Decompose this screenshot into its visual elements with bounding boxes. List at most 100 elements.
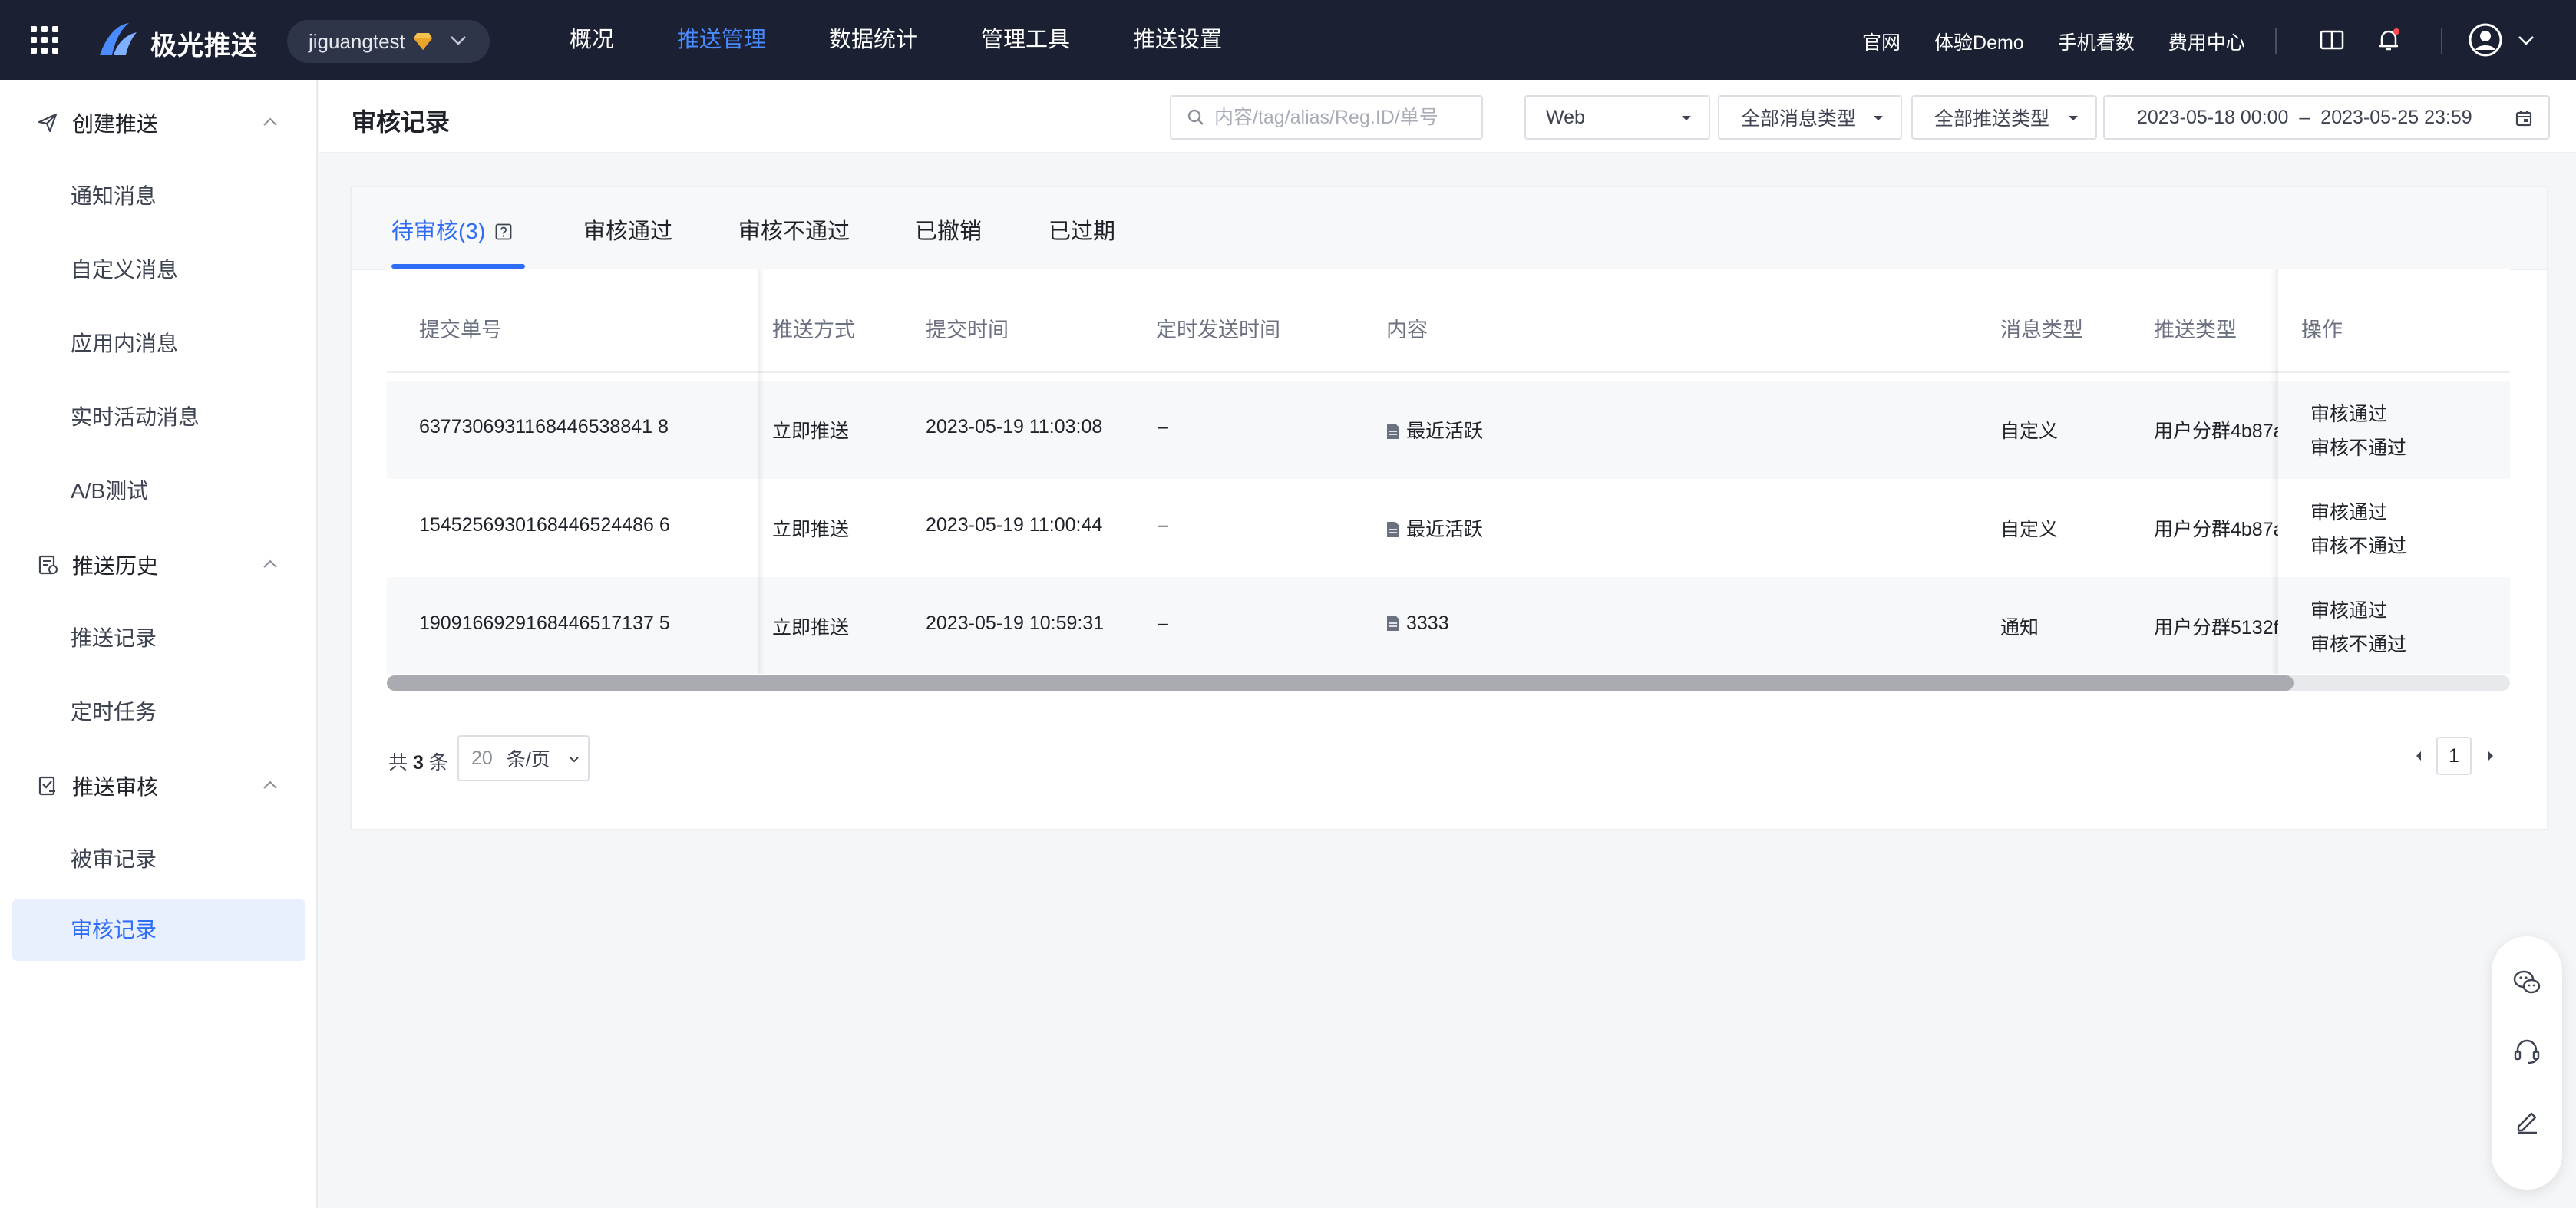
sidebar-item-push-records[interactable]: 推送记录 [12,608,305,669]
status-tabs: 待审核(3) 审核通过 审核不通过 已撤销 已过期 [352,187,2547,270]
nav-statistics[interactable]: 数据统计 [829,0,918,80]
column-header-push-type: 推送类型 [2154,319,2237,342]
cell-msg-type: 自定义 [2000,519,2059,540]
sidebar-item-custom-message[interactable]: 自定义消息 [12,239,305,301]
sidebar-item-scheduled-tasks[interactable]: 定时任务 [12,682,305,743]
operation-column: 操作 审核通过 审核不通过 审核通过 审核不通过 审核通过 审核不通过 [2271,269,2510,674]
cell-msg-type: 通知 [2000,617,2039,639]
document-icon [1387,424,1399,439]
link-billing[interactable]: 费用中心 [2168,0,2245,80]
cell-msg-type: 自定义 [2000,421,2059,442]
link-official-site[interactable]: 官网 [1862,0,1901,80]
audit-table: 提交单号 推送方式 提交时间 定时发送时间 内容 消息类型 推送类型 63773… [387,269,2510,674]
platform-value: Web [1546,106,1585,128]
sidebar-item-live-activity[interactable]: 实时活动消息 [12,387,305,448]
sidebar-group-create-push[interactable]: 创建推送 [0,86,318,160]
user-avatar-icon[interactable] [2469,23,2502,57]
message-type-select[interactable]: 全部消息类型 [1718,95,1902,140]
approve-link[interactable]: 审核通过 [2310,596,2387,623]
tab-label: 待审核(3) [391,219,486,244]
document-icon [1387,522,1399,537]
tab-revoked[interactable]: 已撤销 [915,213,982,246]
date-start[interactable]: 2023-05-18 00:00 [2137,107,2288,129]
page-number-current[interactable]: 1 [2436,737,2472,775]
table-row: 6377306931168446538841 8 立即推送 2023-05-19… [387,381,2510,479]
push-type-select[interactable]: 全部推送类型 [1911,95,2097,140]
chevron-down-icon[interactable] [2518,35,2535,46]
tab-expired[interactable]: 已过期 [1049,213,1115,246]
tab-rejected[interactable]: 审核不通过 [738,213,850,246]
edit-feedback-icon[interactable] [2512,1105,2542,1136]
customer-service-icon[interactable] [2512,1036,2542,1067]
sidebar-group-label: 推送审核 [72,775,159,799]
link-mobile-data[interactable]: 手机看数 [2058,0,2135,80]
apps-grid-icon[interactable] [31,26,58,54]
caret-down-icon [1874,116,1883,120]
nav-push-settings[interactable]: 推送设置 [1133,0,1222,80]
cell-push-type: 用户分群4b87a [2154,421,2284,442]
prev-page-icon[interactable] [2413,749,2424,763]
link-demo[interactable]: 体验Demo [1934,0,2024,80]
diamond-icon [413,33,432,50]
search-box[interactable] [1170,95,1483,140]
platform-select[interactable]: Web [1524,95,1710,140]
cell-scheduled: – [1158,416,1168,437]
reject-link[interactable]: 审核不通过 [2310,531,2406,559]
caret-down-icon [1682,116,1691,120]
nav-management-tools[interactable]: 管理工具 [981,0,1070,80]
tab-approved[interactable]: 审核通过 [583,213,672,246]
horizontal-scrollbar[interactable] [387,675,2510,691]
sidebar-group-label: 创建推送 [72,112,159,136]
content-text: 最近活跃 [1406,519,1484,540]
message-type-value: 全部消息类型 [1741,108,1857,130]
reject-link[interactable]: 审核不通过 [2310,433,2406,460]
content-text: 3333 [1406,612,1449,634]
content-text: 最近活跃 [1406,421,1484,442]
sidebar-item-audited-records[interactable]: 被审记录 [12,829,305,890]
date-range-picker[interactable]: 2023-05-18 00:00 – 2023-05-25 23:59 [2103,95,2550,140]
app-switcher[interactable]: jiguangtest [287,20,490,63]
wechat-icon[interactable] [2512,967,2542,998]
cell-content[interactable]: 3333 [1386,612,1449,635]
nav-overview[interactable]: 概况 [570,0,614,80]
push-type-value: 全部推送类型 [1934,108,2050,130]
sidebar-item-notification[interactable]: 通知消息 [12,166,305,227]
bell-icon[interactable] [2375,26,2403,54]
document-icon [1387,616,1399,631]
tab-pending[interactable]: 待审核(3) [391,213,512,246]
divider [2441,28,2442,54]
caret-down-icon [2069,116,2078,120]
fixed-column-shadow [2271,269,2278,674]
logo-icon [100,23,137,55]
column-header-id: 提交单号 [419,319,502,342]
approve-link[interactable]: 审核通过 [2310,399,2387,427]
sidebar-item-ab-test[interactable]: A/B测试 [12,460,305,522]
scrollbar-thumb[interactable] [387,675,2294,691]
page-size-unit: 条/页 [506,749,550,771]
divider [2275,28,2277,54]
date-end[interactable]: 2023-05-25 23:59 [2320,107,2472,129]
action-cell: 审核通过 审核不通过 [2278,479,2510,577]
search-input[interactable] [1214,106,1475,129]
cell-content[interactable]: 最近活跃 [1386,514,1483,542]
sidebar-group-label: 推送历史 [72,554,159,578]
sidebar-item-in-app-message[interactable]: 应用内消息 [12,313,305,375]
page-size-select[interactable]: 20 条/页 [457,735,590,781]
chevron-up-icon [263,781,277,789]
send-icon [38,113,58,133]
book-icon[interactable] [2318,26,2346,54]
sidebar-item-audit-records[interactable]: 审核记录 [12,899,305,961]
cell-content[interactable]: 最近活跃 [1386,416,1483,444]
cell-push-type: 用户分群5132fa [2154,617,2290,639]
approve-link[interactable]: 审核通过 [2310,497,2387,525]
nav-push-management[interactable]: 推送管理 [677,0,766,80]
action-cell: 审核通过 审核不通过 [2278,381,2510,479]
question-icon[interactable] [495,223,512,240]
column-header-submit-time: 提交时间 [926,319,1009,342]
reject-link[interactable]: 审核不通过 [2310,629,2406,657]
sidebar-group-push-history[interactable]: 推送历史 [0,528,318,602]
page-header: 审核记录 Web 全部消息类型 全部推送类型 2023-05-18 00:00 … [319,80,2576,153]
next-page-icon[interactable] [2485,749,2496,763]
column-header-msg-type: 消息类型 [2000,319,2083,342]
sidebar-group-push-audit[interactable]: 推送审核 [0,749,318,823]
